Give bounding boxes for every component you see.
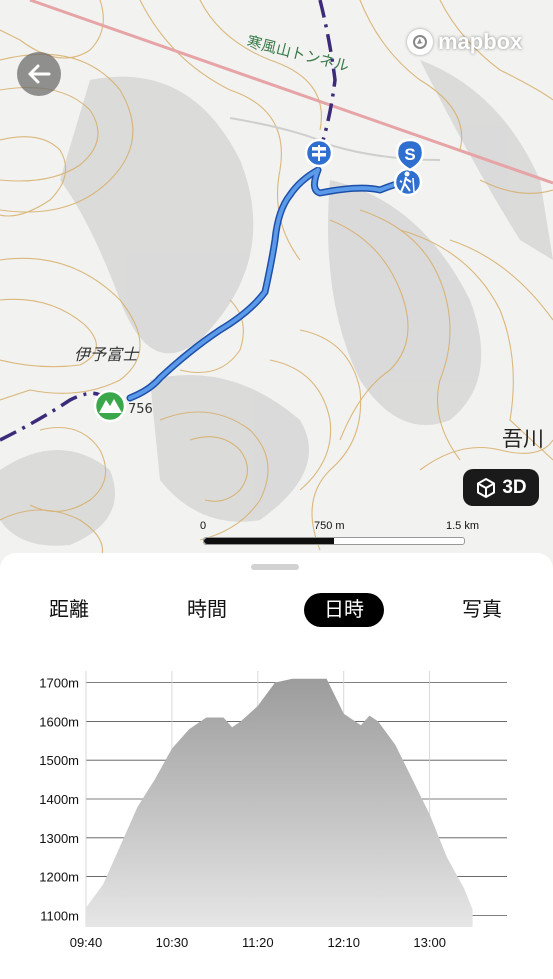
back-button[interactable] [17, 52, 61, 96]
peak-marker[interactable] [93, 389, 127, 423]
elevation-chart: 1700m 1600m 1500m 1400m 1300m 1200m 1100m 09:4… [39, 671, 507, 950]
signpost-marker[interactable] [304, 138, 334, 168]
x-tick-label: 12:10 [327, 935, 360, 950]
map-view[interactable]: S 寒風山トンネル 伊予富士 756 吾川 mapbox 3D 0 750 m … [0, 0, 553, 580]
scale-label-mid: 750 m [314, 520, 345, 532]
tab-photos[interactable]: 写真 [449, 593, 515, 627]
y-tick-label: 1600m [39, 714, 79, 729]
y-tick-label: 1700m [39, 676, 79, 691]
x-tick-label: 09:40 [70, 935, 103, 950]
y-tick-label: 1100m [40, 908, 79, 923]
scale-label-zero: 0 [200, 520, 207, 532]
y-tick-label: 1400m [39, 792, 79, 807]
sheet-drag-handle[interactable] [251, 564, 299, 570]
chart-tabs: 距離 時間 日時 写真 [0, 593, 553, 633]
scale-label-max: 1.5 km [446, 520, 480, 532]
mapbox-logo-text: mapbox [438, 29, 523, 54]
toggle-3d-button[interactable]: 3D [463, 469, 539, 506]
x-tick-label: 10:30 [156, 935, 189, 950]
mapbox-logo-icon [407, 29, 433, 55]
elevation-area [86, 678, 473, 927]
y-tick-label: 1500m [39, 753, 79, 768]
x-tick-label: 11:20 [242, 935, 274, 950]
scale-bar: 0 750 m 1.5 km [200, 520, 484, 550]
x-tick-label: 13:00 [413, 935, 446, 950]
scale-bar-track [203, 537, 465, 545]
cube-icon [477, 477, 496, 498]
y-tick-label: 1300m [39, 831, 79, 846]
bottom-sheet: 距離 時間 日時 写真 1700m 1600m 1500m 1400m 1300m 120… [0, 553, 553, 979]
tab-time[interactable]: 時間 [174, 593, 240, 627]
tab-datetime[interactable]: 日時 [304, 593, 384, 627]
place-label: 吾川 [502, 427, 544, 451]
tab-distance[interactable]: 距離 [36, 593, 102, 627]
hiker-marker[interactable] [393, 167, 423, 197]
start-marker-label: S [404, 145, 415, 164]
mapbox-logo: mapbox [407, 27, 522, 57]
peak-name-label: 伊予富士 [74, 345, 140, 364]
y-tick-label: 1200m [39, 870, 79, 885]
toggle-3d-label: 3D [502, 476, 527, 498]
elevation-label: 756 [128, 402, 153, 417]
back-arrow-icon [28, 64, 51, 84]
